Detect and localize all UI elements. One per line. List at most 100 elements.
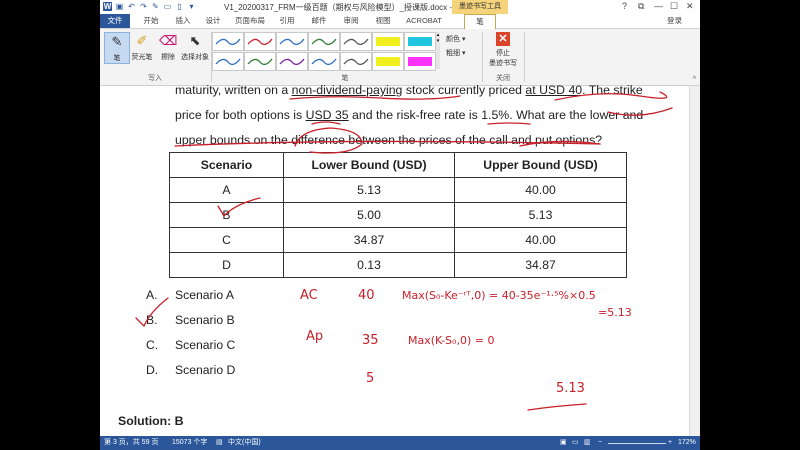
collapse-ribbon-icon[interactable]: ^ [693,76,696,83]
table-row: D 0.13 34.87 [169,252,627,278]
handwritten-note: 40 [358,288,375,303]
pen-swatch[interactable] [276,32,308,51]
pen-tool-button[interactable]: ✎ 笔 [104,32,130,64]
zoom-level[interactable]: 172% [678,436,696,450]
pen-stroke [311,38,337,46]
handwritten-note: 35 [362,333,379,348]
close-group-label: 关闭 [496,75,510,82]
question-line-1: maturity, written on a non-dividend-payi… [175,83,643,97]
tab-page-layout[interactable]: 页面布局 [232,14,268,28]
minimize-button[interactable]: — [654,1,663,11]
pen-fill [376,57,400,66]
context-tab-label: 墨迹书写工具 [452,0,508,14]
pen-fill [408,37,432,46]
pen-swatch[interactable] [308,32,340,51]
tab-view[interactable]: 视图 [370,14,396,28]
pen-thickness-dropdown[interactable]: 粗细 ▾ [446,48,465,58]
highlighter-label: 荧光笔 [131,54,153,61]
table-cell: 5.13 [283,177,455,203]
pen-swatch[interactable] [212,52,244,71]
login-link[interactable]: 登录 [667,14,682,28]
question-text: stock currently priced [402,83,526,97]
eraser-label: 擦除 [161,54,175,61]
pen-swatch[interactable] [212,32,244,51]
save-icon[interactable]: ▣ [115,2,124,11]
pen-icon: ✎ [111,34,123,49]
highlighter-button[interactable]: ✐ 荧光笔 [130,32,154,62]
zoom-in-icon[interactable]: + [668,436,672,450]
pens-group-label: 笔 [341,75,349,82]
highlighter-swatch[interactable] [372,32,404,51]
pen-fill [376,37,400,46]
proofing-icon[interactable]: ▤ [216,436,223,450]
stop-inking-button[interactable]: ✕ 停止 墨迹书写 [488,32,518,68]
table-row: B 5.00 5.13 [169,202,627,228]
language-status[interactable]: 中文(中国) [228,436,261,450]
handwritten-formula: Max(S₀-Ke⁻ʳᵀ,0) = 40-35e⁻¹·⁵%×0.5 [402,289,596,302]
eraser-icon: ⌫ [159,33,178,48]
stop-label-1: 停止 [496,50,510,57]
word-count[interactable]: 15073 个字 [172,436,207,450]
tab-references[interactable]: 引用 [274,14,300,28]
tab-insert[interactable]: 插入 [170,14,196,28]
table-cell: 34.87 [283,227,455,253]
close-button[interactable]: ✕ [686,1,694,12]
handwritten-note: 5.13 [556,381,585,396]
undo-icon[interactable]: ↶ [127,2,136,11]
highlighter-swatch[interactable] [404,32,436,51]
option-text: Scenario C [175,338,236,352]
pen-color-dropdown[interactable]: 颜色 ▾ [446,34,465,44]
window-title: V1_20200317_FRM一级百题（期权与风险模型）_授课版.docx - … [224,3,470,12]
pen-swatch[interactable] [340,32,372,51]
vertical-scrollbar[interactable] [689,86,700,436]
ink-underline [527,403,587,411]
redo-icon[interactable]: ↷ [139,2,148,11]
customize-icon[interactable]: ▾ [187,2,196,11]
new-doc-icon[interactable]: ▯ [175,2,184,11]
tab-pen[interactable]: 笔 [464,14,496,29]
question-line-2: price for both options is USD 35 and the… [175,108,643,122]
quick-access-toolbar: W ▣ ↶ ↷ ✎ ▭ ▯ ▾ [103,2,196,11]
pen-swatch[interactable] [244,52,276,71]
tab-design[interactable]: 设计 [200,14,226,28]
pen-icon[interactable]: ✎ [151,2,160,11]
highlighter-swatch[interactable] [372,52,404,71]
question-text: at USD 40 [525,83,583,97]
tab-acrobat[interactable]: ACROBAT [402,14,446,28]
highlighter-swatch[interactable] [404,52,436,71]
pen-swatch[interactable] [244,32,276,51]
table-cell: 5.13 [454,202,627,228]
print-layout-icon[interactable]: ▭ [572,436,579,450]
tab-file[interactable]: 文件 [100,14,130,28]
tab-home[interactable]: 开始 [138,14,164,28]
question-text: USD 35 [305,108,349,122]
help-button[interactable]: ? [622,1,627,11]
option-letter: A. [146,288,158,302]
gallery-scroll[interactable]: ▴ ▾ [436,32,440,69]
handwritten-note: 5 [366,371,374,386]
table-cell: B [169,202,284,228]
table-row: A 5.13 40.00 [169,177,627,203]
tab-mailings[interactable]: 邮件 [306,14,332,28]
document-page[interactable]: maturity, written on a non-dividend-payi… [100,83,690,436]
page-count[interactable]: 第 3 页，共 59 页 [104,436,158,450]
handwritten-note: =5.13 [598,306,632,319]
close-icon: ✕ [496,32,510,46]
pen-swatch[interactable] [276,52,308,71]
zoom-slider[interactable] [608,443,666,444]
pen-swatch[interactable] [340,52,372,71]
zoom-out-icon[interactable]: − [598,436,602,450]
ink-underline [311,121,341,125]
tab-review[interactable]: 审阅 [338,14,364,28]
select-objects-button[interactable]: ⬉ 选择对象 [180,32,210,62]
maximize-button[interactable]: ☐ [670,1,678,12]
eraser-button[interactable]: ⌫ 擦除 [156,32,180,62]
folder-icon[interactable]: ▭ [163,2,172,11]
read-mode-icon[interactable]: ▣ [560,436,567,450]
pen-swatch[interactable] [308,52,340,71]
table-cell: A [169,177,284,203]
ribbon-display-button[interactable]: ⧉ [638,1,644,12]
pen-stroke [279,58,305,66]
handwritten-formula: Max(K-S₀,0) = 0 [408,334,494,347]
web-layout-icon[interactable]: ▥ [584,436,591,450]
